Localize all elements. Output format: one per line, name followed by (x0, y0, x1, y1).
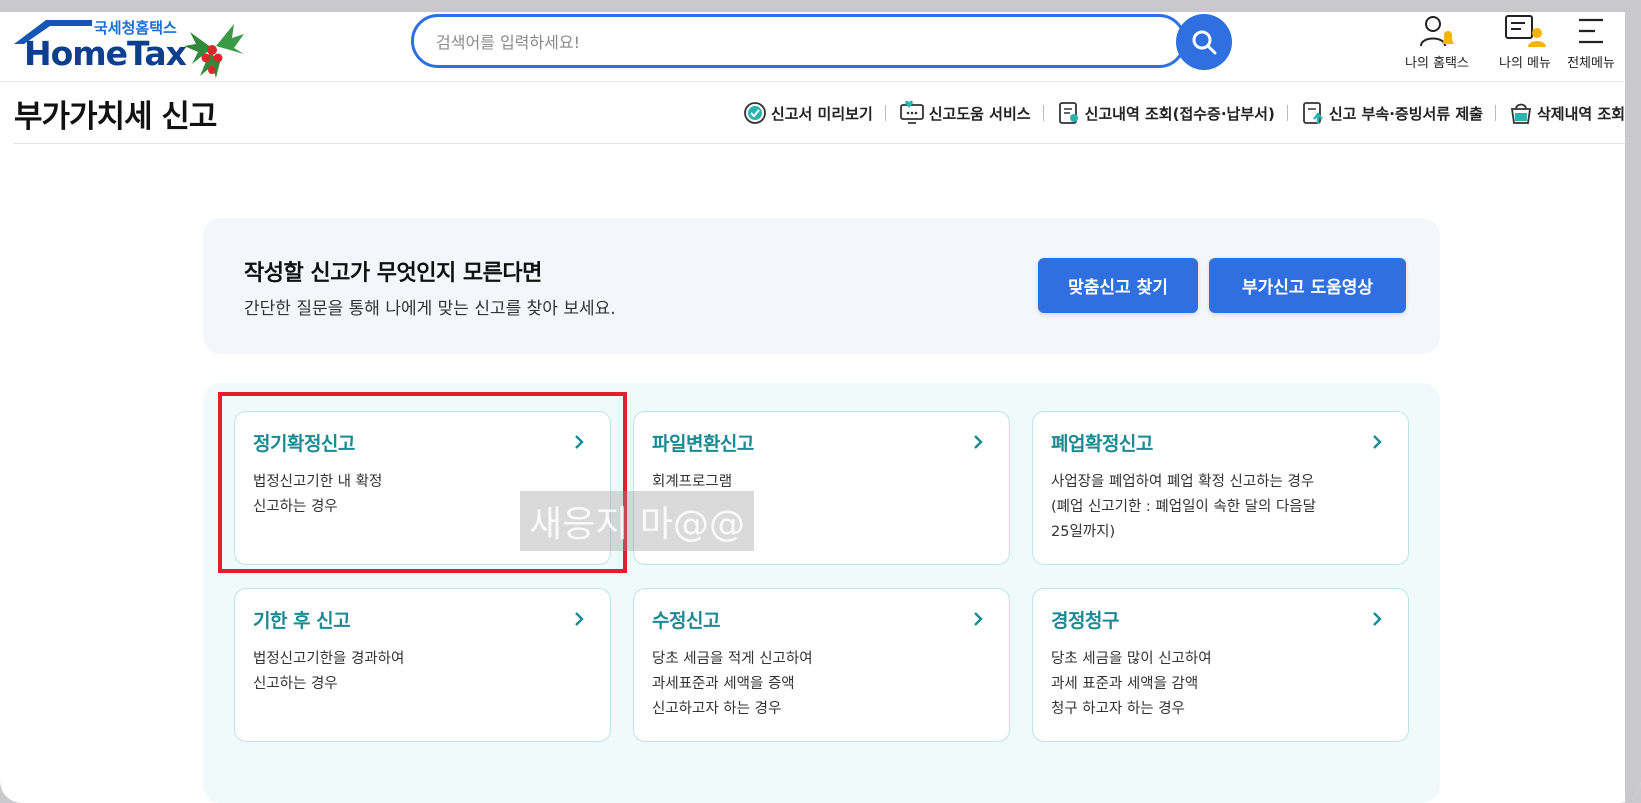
report-card-correction-claim[interactable]: 경정청구 당초 세금을 많이 신고하여 과세 표준과 세액을 감액 청구 하고자… (1032, 588, 1409, 742)
menu-icon (1579, 18, 1603, 44)
quick-link-deleted-history[interactable]: 삭제내역 조회 (1508, 100, 1625, 126)
search-input[interactable] (436, 29, 1096, 55)
quick-link-submit-docs[interactable]: 신고 부속·증빙서류 제출 (1300, 100, 1483, 126)
banner-description: 간단한 질문을 통해 나에게 맞는 신고를 찾아 보세요. (244, 299, 616, 319)
card-description: 법정신고기한을 경과하여 신고하는 경우 (253, 651, 405, 692)
logo-title: HomeTax (24, 34, 187, 73)
all-menu-button[interactable]: 전체메뉴 (1559, 14, 1623, 74)
card-title: 기한 후 신고 (253, 610, 351, 632)
monitor-heart-icon (899, 100, 924, 124)
user-bell-icon (1420, 16, 1454, 47)
top-header: 국세청홈택스 HomeTax 검색어를 입력하세요! 나의 홈택스 나의 메뉴 … (0, 12, 1625, 82)
search-button[interactable] (1176, 14, 1232, 70)
quick-links: 신고서 미리보기 신고도움 서비스 신고내역 조회(접수증·납부서) 신고 부속… (742, 100, 1625, 126)
document-search-icon (1058, 102, 1078, 124)
divider (1494, 105, 1496, 121)
my-menu-button[interactable]: 나의 메뉴 (1480, 14, 1570, 74)
card-title: 파일변환신고 (652, 433, 754, 455)
report-card-amended[interactable]: 수정신고 당초 세금을 적게 신고하여 과세표준과 세액을 증액 신고하고자 하… (633, 588, 1010, 742)
report-card-late[interactable]: 기한 후 신고 법정신고기한을 경과하여 신고하는 경우 (234, 588, 611, 742)
quick-link-label: 신고 부속·증빙서류 제출 (1328, 104, 1483, 123)
card-description: 당초 세금을 적게 신고하여 과세표준과 세액을 증액 신고하고자 하는 경우 (652, 651, 813, 717)
my-hometax-label: 나의 홈택스 (1405, 56, 1469, 71)
quick-link-label: 신고서 미리보기 (770, 104, 873, 123)
page-title: 부가가치세 신고 (14, 99, 217, 135)
divider (884, 105, 886, 121)
quick-link-history[interactable]: 신고내역 조회(접수증·납부서) (1056, 100, 1275, 126)
user-list-icon (1505, 15, 1546, 47)
card-title: 수정신고 (652, 610, 720, 632)
search-icon (1192, 30, 1217, 55)
divider (1286, 105, 1288, 121)
chevron-right-icon (974, 435, 983, 449)
all-menu-label: 전체메뉴 (1567, 56, 1615, 71)
banner-title: 작성할 신고가 무엇인지 모른다면 (244, 261, 542, 286)
chevron-right-icon (974, 612, 983, 626)
quick-link-help-service[interactable]: 신고도움 서비스 (898, 100, 1031, 126)
find-custom-report-button[interactable]: 맞춤신고 찾기 (1038, 258, 1198, 313)
vat-help-video-button[interactable]: 부가신고 도움영상 (1209, 258, 1406, 313)
my-hometax-button[interactable]: 나의 홈택스 (1392, 14, 1482, 74)
window-edge (1625, 12, 1641, 803)
quick-link-preview[interactable]: 신고서 미리보기 (742, 100, 873, 126)
document-upload-icon (1302, 102, 1323, 124)
chevron-right-icon (1373, 612, 1382, 626)
check-badge-icon (744, 102, 766, 124)
quick-link-label: 신고내역 조회(접수증·납부서) (1084, 104, 1275, 123)
watermark: 새응지 마@@ (520, 491, 754, 551)
quick-link-label: 신고도움 서비스 (928, 104, 1031, 123)
quick-link-label: 삭제내역 조회 (1536, 104, 1625, 123)
my-menu-label: 나의 메뉴 (1499, 56, 1551, 71)
chevron-right-icon (1373, 435, 1382, 449)
hometax-logo[interactable]: 국세청홈택스 HomeTax (12, 14, 247, 80)
guide-banner: 작성할 신고가 무엇인지 모른다면 간단한 질문을 통해 나에게 맞는 신고를 … (203, 218, 1440, 354)
card-description: 사업장을 폐업하여 폐업 확정 신고하는 경우 (폐업 신고기한 : 폐업일이 … (1051, 474, 1316, 540)
report-card-closure[interactable]: 폐업확정신고 사업장을 폐업하여 폐업 확정 신고하는 경우 (폐업 신고기한 … (1032, 411, 1409, 565)
trash-basket-icon (1510, 103, 1532, 124)
page-header: 부가가치세 신고 신고서 미리보기 신고도움 서비스 신고내역 조회(접수증·납… (14, 82, 1625, 144)
divider (1042, 105, 1044, 121)
card-title: 경정청구 (1051, 610, 1119, 632)
card-title: 폐업확정신고 (1051, 433, 1153, 455)
card-description: 당초 세금을 많이 신고하여 과세 표준과 세액을 감액 청구 하고자 하는 경… (1051, 651, 1212, 717)
search-box (411, 14, 1186, 68)
chevron-right-icon (575, 612, 584, 626)
holly-decoration-icon (184, 24, 244, 78)
